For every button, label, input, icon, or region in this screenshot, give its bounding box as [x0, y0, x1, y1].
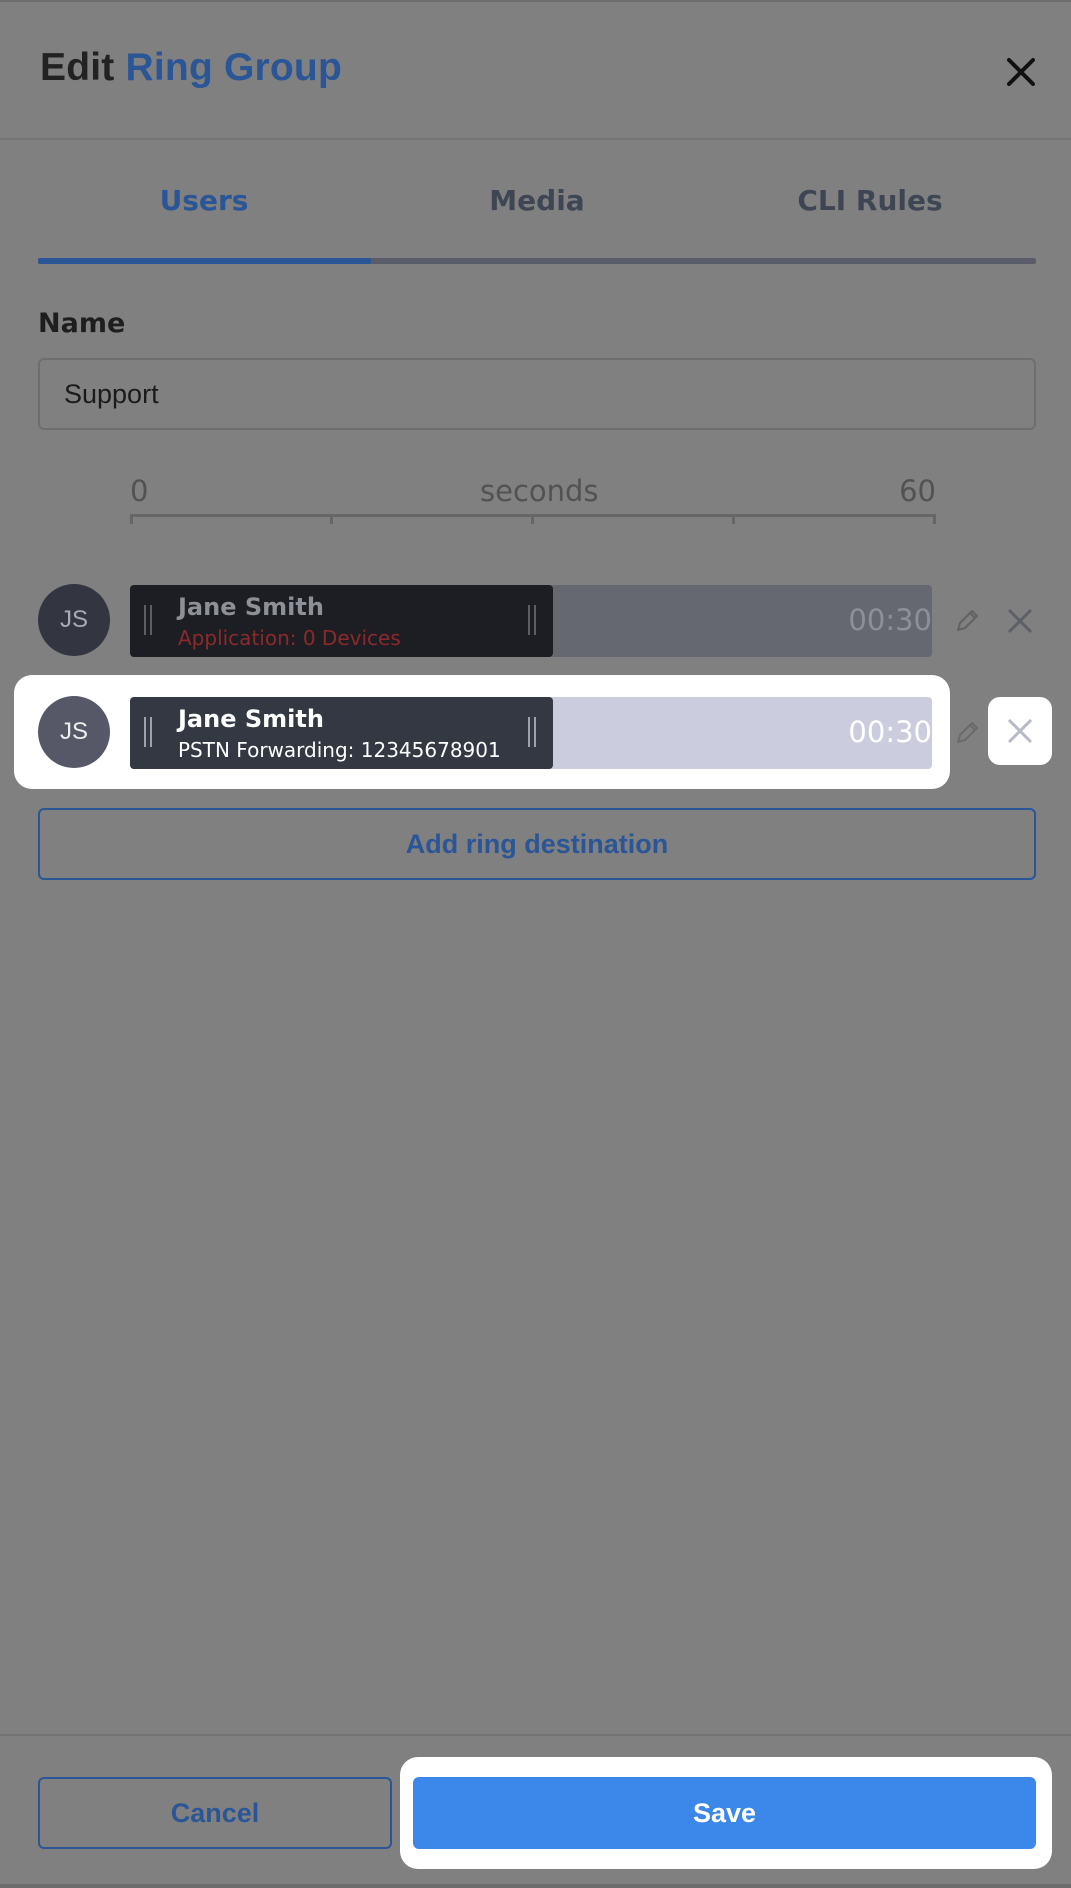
tab-active-indicator: [38, 258, 371, 264]
scale-unit-label: seconds: [480, 474, 599, 508]
scale-tick: [531, 514, 534, 524]
title-accent: Ring Group: [125, 46, 342, 89]
timeline-scale: 0 seconds 60: [130, 470, 936, 526]
destination-detail: PSTN Forwarding: 12345678901: [178, 738, 501, 762]
tab-bar: Users Media CLI Rules: [38, 150, 1036, 265]
dialog-header: Edit Ring Group: [0, 0, 1071, 140]
tab-cli-rules[interactable]: CLI Rules: [704, 150, 1036, 250]
ring-duration-block[interactable]: Jane Smith Application: 0 Devices: [130, 585, 553, 657]
avatar: JS: [38, 584, 110, 656]
ring-duration: 00:30: [848, 715, 932, 749]
scale-min-label: 0: [130, 474, 149, 508]
pencil-icon: [957, 722, 978, 743]
dialog-title: Edit Ring Group: [40, 46, 342, 90]
footer-divider: [0, 1734, 1071, 1736]
name-input[interactable]: [38, 358, 1036, 430]
pencil-icon: [957, 610, 978, 631]
scale-max-label: 60: [899, 474, 936, 508]
close-icon: [1007, 58, 1035, 86]
scale-tick: [732, 514, 735, 524]
tab-users[interactable]: Users: [38, 150, 370, 250]
close-button[interactable]: [1003, 54, 1039, 90]
bottom-edge: [0, 1884, 1071, 1888]
destination-detail: Application: 0 Devices: [178, 626, 401, 650]
close-icon: [1007, 608, 1033, 634]
tab-media[interactable]: Media: [371, 150, 703, 250]
ring-duration: 00:30: [848, 603, 932, 637]
close-icon: [1007, 718, 1033, 744]
ring-duration-block[interactable]: Jane Smith PSTN Forwarding: 12345678901: [130, 697, 553, 769]
drag-handle-start[interactable]: [144, 717, 152, 747]
save-button[interactable]: Save: [413, 1777, 1036, 1849]
name-label: Name: [38, 308, 126, 339]
title-prefix: Edit: [40, 46, 115, 89]
cancel-button[interactable]: Cancel: [38, 1777, 392, 1849]
remove-button[interactable]: [1006, 607, 1034, 635]
remove-button[interactable]: [988, 697, 1052, 765]
destination-name: Jane Smith: [178, 593, 324, 621]
drag-handle-end[interactable]: [528, 717, 536, 747]
edit-button[interactable]: [953, 607, 981, 635]
add-ring-destination-button[interactable]: Add ring destination: [38, 808, 1036, 880]
ring-destination-row: JS Jane Smith PSTN Forwarding: 123456789…: [0, 696, 1071, 769]
scale-tick: [130, 514, 133, 524]
scale-tick: [330, 514, 333, 524]
destination-name: Jane Smith: [178, 705, 324, 733]
scale-tick: [933, 514, 936, 524]
drag-handle-start[interactable]: [144, 605, 152, 635]
edit-button[interactable]: [953, 719, 981, 747]
avatar: JS: [38, 696, 110, 768]
ring-destination-row: JS Jane Smith Application: 0 Devices 00:…: [0, 584, 1071, 657]
drag-handle-end[interactable]: [528, 605, 536, 635]
